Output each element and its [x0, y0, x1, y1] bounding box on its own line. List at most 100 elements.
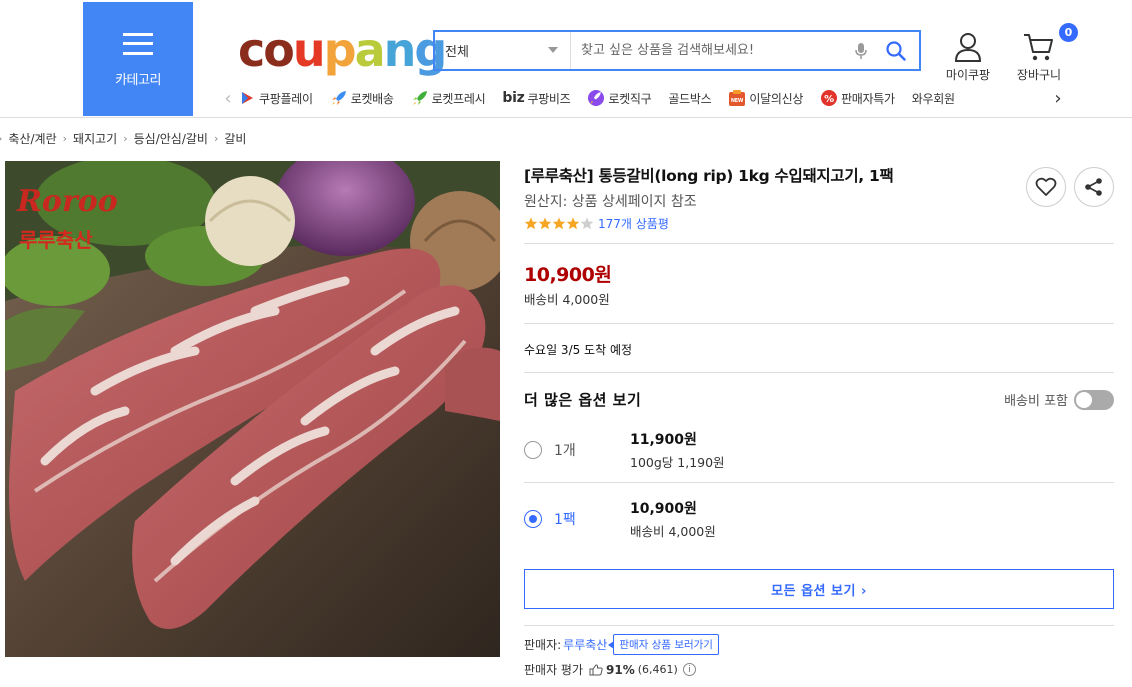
quick-nav: ‹ 쿠팡플레이 로켓배송 로켓프레시 biz 쿠팡비즈 로켓직구 골드박스 NE… [218, 84, 1068, 112]
option-price: 11,900원 [630, 432, 697, 448]
search-input[interactable] [571, 32, 849, 69]
cart-icon: 0 [1023, 23, 1078, 66]
option-radio[interactable] [524, 441, 542, 459]
cart-count-badge: 0 [1059, 23, 1078, 42]
category-menu-button[interactable]: 카테고리 [83, 2, 193, 116]
seller-rating-value: 91% [606, 662, 635, 677]
search-category-select[interactable]: 전체 [435, 32, 571, 69]
cart-label: 장바구니 [1016, 68, 1062, 82]
divider [524, 625, 1114, 626]
percent-icon: % [820, 89, 838, 107]
search-category-value: 전체 [445, 45, 469, 60]
seller-rating-label: 판매자 평가 [524, 663, 584, 677]
quick-nav-biz[interactable]: biz 쿠팡비즈 [502, 90, 570, 107]
chevron-left-icon[interactable]: ‹ [218, 88, 238, 109]
star-filled-icon [566, 217, 580, 230]
origin-info: 원산지: 상품 상세페이지 참조 [524, 194, 697, 210]
delivery-estimate: 수요일 3/5 도착 예정 [524, 343, 633, 357]
logo-letter: u [292, 23, 326, 77]
seller-rating-count: (6,461) [637, 663, 678, 676]
breadcrumb-item[interactable]: 돼지고기 [73, 130, 117, 147]
options-title: 더 많은 옵션 보기 [524, 391, 642, 409]
logo-letter: p [323, 23, 357, 77]
user-icon [954, 28, 982, 66]
coupang-logo[interactable]: coupang [238, 23, 447, 77]
breadcrumb: › 축산/계란 › 돼지고기 › 등심/안심/갈비 › 갈비 [0, 127, 246, 149]
quick-nav-label: 로켓직구 [608, 91, 652, 106]
quick-nav-rocket-global[interactable]: 로켓직구 [587, 89, 652, 107]
logo-letter: o [263, 23, 295, 77]
microphone-icon[interactable] [849, 39, 873, 63]
info-icon[interactable]: i [682, 663, 696, 676]
quick-nav-new-arrivals[interactable]: NEW 이달의신상 [728, 89, 803, 107]
shipping-toggle-label: 배송비 포함 [1004, 394, 1068, 409]
options-header: 더 많은 옵션 보기 배송비 포함 [524, 389, 1114, 410]
thumbs-up-icon [589, 663, 603, 675]
brand-logo-text: 루루축산 [19, 228, 93, 252]
option-radio-selected[interactable] [524, 510, 542, 528]
divider [524, 372, 1114, 373]
quick-nav-label: 로켓프레시 [431, 91, 486, 106]
option-unit-price: 100g당 1,190원 [630, 455, 725, 470]
quick-nav-rocket-fresh[interactable]: 로켓프레시 [411, 89, 486, 107]
logo-letter: a [354, 23, 386, 77]
rocket-fresh-icon [411, 89, 429, 107]
divider [524, 243, 1114, 244]
logo-letter: n [383, 23, 417, 77]
search-bar: 전체 [433, 30, 921, 71]
breadcrumb-item[interactable]: 갈비 [224, 130, 246, 147]
breadcrumb-item[interactable]: 축산/계란 [8, 130, 56, 147]
star-empty-icon [580, 217, 594, 230]
quick-nav-coupang-play[interactable]: 쿠팡플레이 [238, 89, 313, 107]
share-button[interactable] [1074, 167, 1114, 207]
option-price-block: 10,900원 배송비 4,000원 [630, 498, 716, 540]
quick-nav-label: 이달의신상 [749, 91, 804, 106]
seller-products-tooltip[interactable]: 판매자 상품 보러가기 [608, 634, 719, 655]
rocket-global-icon [587, 89, 605, 107]
new-badge-icon: NEW [728, 89, 746, 107]
share-icon [1085, 178, 1102, 196]
my-coupang-button[interactable]: 마이쿠팡 [940, 28, 996, 83]
star-filled-icon [524, 217, 538, 230]
quick-nav-label: 판매자특가 [841, 91, 895, 106]
quick-nav-rocket[interactable]: 로켓배송 [330, 89, 394, 107]
chevron-right-icon: › [123, 131, 128, 145]
quick-nav-goldbox[interactable]: 골드박스 [668, 90, 711, 107]
my-coupang-label: 마이쿠팡 [945, 68, 991, 82]
hamburger-icon [123, 32, 153, 55]
option-row[interactable]: 1개 11,900원 100g당 1,190원 [524, 418, 1114, 482]
option-row-selected[interactable]: 1팩 10,900원 배송비 4,000원 [524, 487, 1114, 551]
seller-rating: 판매자 평가 91% (6,461) i [524, 661, 1114, 678]
breadcrumb-item[interactable]: 등심/안심/갈비 [134, 130, 208, 147]
search-icon[interactable] [881, 36, 911, 66]
product-image[interactable]: Roroo 루루축산 [5, 161, 500, 657]
quick-nav-seller-deals[interactable]: % 판매자특가 [820, 89, 895, 107]
seller-name-link[interactable]: 루루축산 [563, 636, 607, 653]
seller-label: 판매자: [524, 638, 562, 652]
option-shipping-fee: 배송비 4,000원 [630, 524, 716, 539]
option-name: 1팩 [554, 512, 576, 528]
quick-nav-label: 와우회원 [911, 91, 955, 106]
star-filled-icon [538, 217, 552, 230]
review-count-link[interactable]: 177개 상품평 [598, 215, 669, 232]
category-label: 카테고리 [115, 72, 161, 88]
chevron-right-icon[interactable]: › [1048, 86, 1068, 110]
product-info: [루루축산] 통등갈비(long rip) 1kg 수입돼지고기, 1팩 원산지… [524, 165, 1114, 678]
shipping-include-toggle[interactable] [1074, 389, 1114, 410]
quick-nav-label: 골드박스 [668, 91, 712, 106]
all-options-button[interactable]: 모든 옵션 보기 › [524, 569, 1114, 609]
toggle-knob [1076, 391, 1092, 408]
wishlist-button[interactable] [1026, 167, 1066, 207]
product-title: [루루축산] 통등갈비(long rip) 1kg 수입돼지고기, 1팩 [524, 167, 894, 185]
coupang-play-icon [238, 89, 256, 107]
shipping-fee: 배송비 4,000원 [524, 292, 610, 307]
svg-text:%: % [824, 94, 834, 105]
option-price: 10,900원 [630, 501, 697, 517]
chevron-right-icon: › [62, 131, 68, 145]
chevron-right-icon: › [0, 132, 2, 145]
biz-icon: biz [502, 90, 525, 106]
price: 10,900원 [524, 264, 612, 286]
quick-nav-wow[interactable]: 와우회원 [912, 90, 955, 107]
product-rating: 177개 상품평 [524, 215, 1114, 232]
cart-button[interactable]: 0 장바구니 [1008, 23, 1078, 83]
